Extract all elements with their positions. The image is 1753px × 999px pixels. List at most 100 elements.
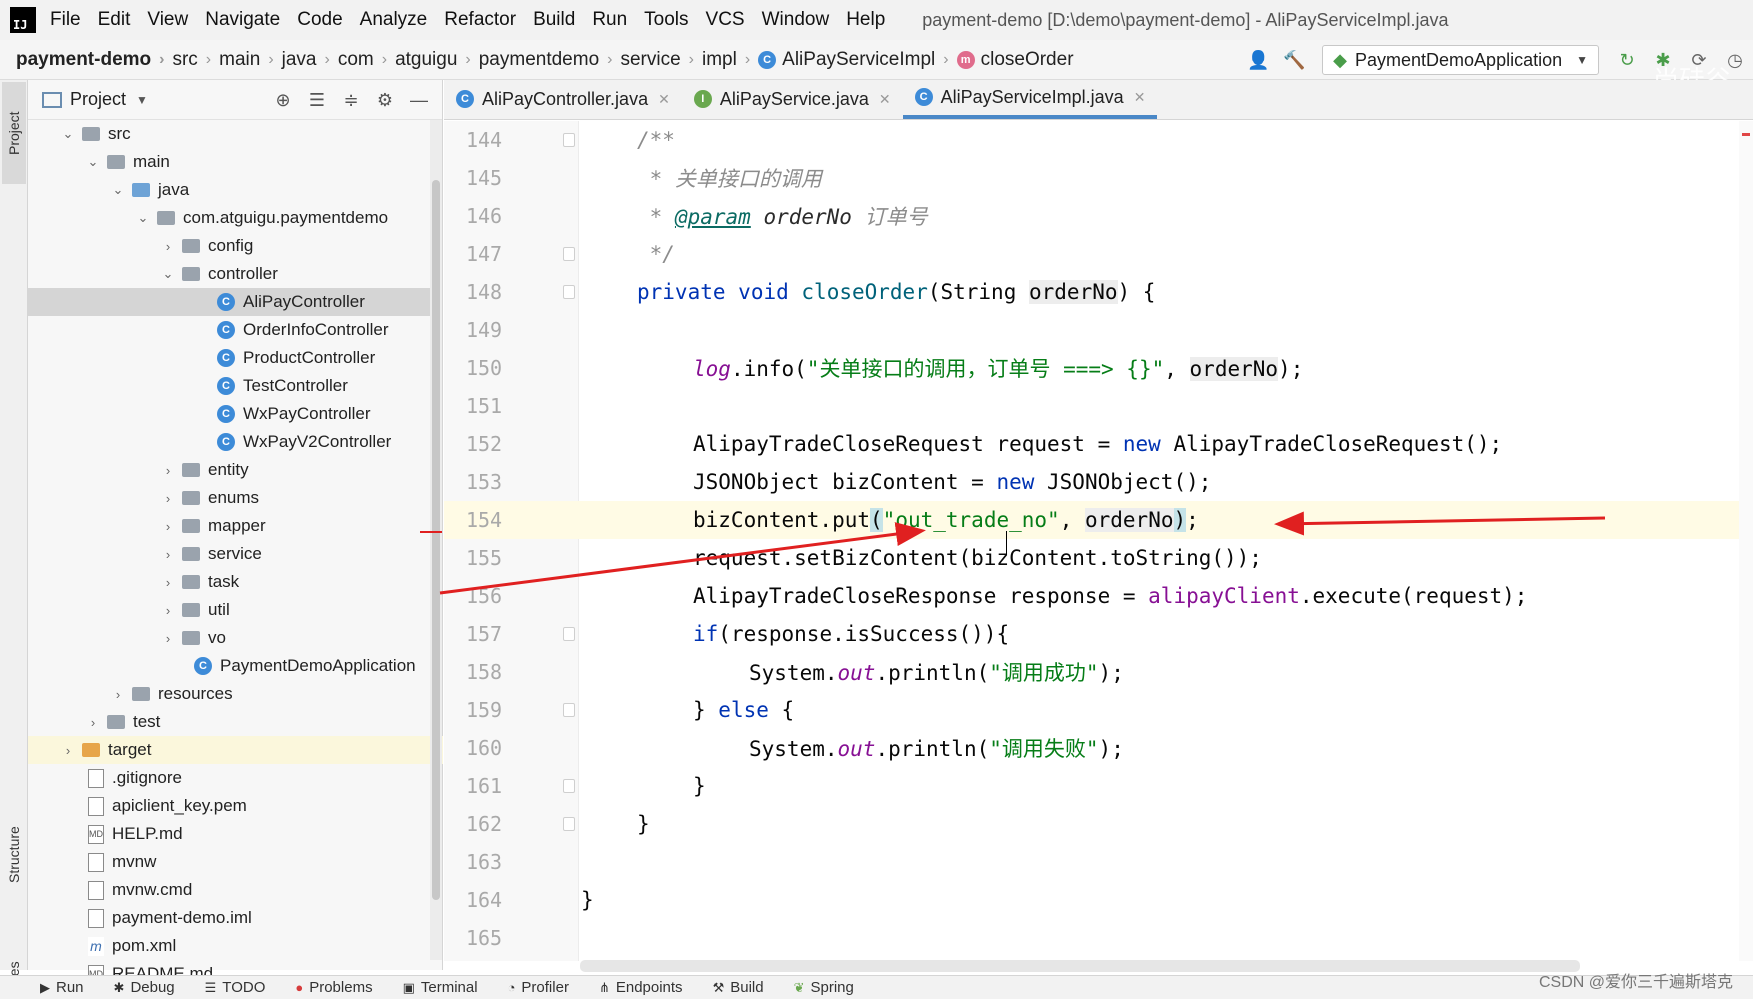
chevron-right-icon[interactable]: › [60,743,76,758]
tree-item-task[interactable]: › task [28,568,443,596]
build-tool-button[interactable]: ⚒ Build [713,979,764,996]
breadcrumb-src[interactable]: src › [172,49,219,71]
breadcrumb-class[interactable]: C AliPayServiceImpl › [758,49,956,71]
chevron-right-icon[interactable]: › [160,547,176,562]
close-icon[interactable]: ✕ [1134,89,1146,106]
chevron-down-icon[interactable]: ⌄ [60,126,76,142]
breadcrumb-atguigu[interactable]: atguigu › [395,49,479,71]
breadcrumb-main[interactable]: main › [219,49,282,71]
breadcrumb-paymentdemo[interactable]: paymentdemo › [479,49,621,71]
chevron-down-icon[interactable]: ⌄ [135,210,151,226]
fold-marker-icon[interactable] [563,247,575,261]
todo-tool-button[interactable]: ☰ TODO [205,979,266,996]
tree-item-vo[interactable]: › vo [28,624,443,652]
tree-item-util[interactable]: › util [28,596,443,624]
structure-tool-tab[interactable]: Structure [2,800,26,910]
tab-alipayserviceimpl[interactable]: C AliPayServiceImpl.java ✕ [902,79,1158,119]
debug-tool-button[interactable]: ✱ Debug [114,979,175,996]
chevron-right-icon[interactable]: › [160,491,176,506]
menu-file[interactable]: File [50,9,81,31]
chevron-down-icon[interactable]: ⌄ [110,182,126,198]
spring-tool-button[interactable]: ❦ Spring [794,979,854,996]
chevron-down-icon[interactable]: ⌄ [160,266,176,282]
menu-code[interactable]: Code [297,9,342,31]
chevron-right-icon[interactable]: › [160,631,176,646]
chevron-right-icon[interactable]: › [85,715,101,730]
tree-item-test[interactable]: › test [28,708,443,736]
breadcrumb-com[interactable]: com › [338,49,395,71]
chevron-right-icon[interactable]: › [160,575,176,590]
breadcrumb-project[interactable]: payment-demo › [16,49,172,71]
tree-item-enums[interactable]: › enums [28,484,443,512]
menu-refactor[interactable]: Refactor [444,9,516,31]
close-icon[interactable]: ✕ [879,91,891,108]
menu-run[interactable]: Run [592,9,627,31]
tree-item-pom[interactable]: m pom.xml [28,932,443,960]
chevron-right-icon[interactable]: › [160,463,176,478]
tree-item-wxpaycontroller[interactable]: C WxPayController [28,400,443,428]
project-scrollbar[interactable] [430,120,442,960]
tree-item-mapper[interactable]: › mapper [28,512,443,540]
tree-item-apiclient-key[interactable]: apiclient_key.pem [28,792,443,820]
menu-vcs[interactable]: VCS [706,9,745,31]
breadcrumb-impl[interactable]: impl › [702,49,758,71]
menu-help[interactable]: Help [846,9,885,31]
tree-item-java[interactable]: ⌄ java [28,176,443,204]
tree-item-resources[interactable]: › resources [28,680,443,708]
chevron-right-icon[interactable]: › [110,687,126,702]
gear-icon[interactable]: ⚙ [370,90,400,111]
build-hammer-icon[interactable]: 🔨 [1280,46,1308,74]
fold-marker-icon[interactable] [563,627,575,641]
project-panel-title[interactable]: Project [70,89,126,110]
tree-item-orderinfocontroller[interactable]: C OrderInfoController [28,316,443,344]
editor-horizontal-scrollbar[interactable] [580,960,1580,972]
profiler-tool-button[interactable]: ◔ Profiler [508,979,569,996]
minimize-icon[interactable]: — [404,90,434,111]
code-editor[interactable]: 144 /** 145 * 关单接口的调用 146 * @param orderN… [444,121,1753,961]
tab-alipaycontroller[interactable]: C AliPayController.java ✕ [444,79,682,119]
chevron-right-icon[interactable]: › [160,239,176,254]
run-tool-button[interactable]: ▶ Run [40,979,84,996]
tree-item-help-md[interactable]: MD HELP.md [28,820,443,848]
fold-marker-icon[interactable] [563,285,575,299]
chevron-down-icon[interactable]: ⌄ [85,154,101,170]
problems-tool-button[interactable]: ● Problems [295,979,372,996]
user-icon[interactable]: 👤 [1244,46,1272,74]
tree-item-paymentdemoapplication[interactable]: C PaymentDemoApplication [28,652,443,680]
error-marker[interactable] [1742,133,1750,136]
menu-tools[interactable]: Tools [644,9,688,31]
fold-marker-icon[interactable] [563,133,575,147]
close-icon[interactable]: ✕ [658,91,670,108]
tree-item-package[interactable]: ⌄ com.atguigu.paymentdemo [28,204,443,232]
menu-view[interactable]: View [147,9,188,31]
chevron-right-icon[interactable]: › [160,603,176,618]
tree-item-mvnw-cmd[interactable]: mvnw.cmd [28,876,443,904]
menu-edit[interactable]: Edit [98,9,131,31]
tree-item-entity[interactable]: › entity [28,456,443,484]
terminal-tool-button[interactable]: ▣ Terminal [403,979,478,996]
menu-build[interactable]: Build [533,9,575,31]
breadcrumb-java[interactable]: java › [282,49,338,71]
tree-item-testcontroller[interactable]: C TestController [28,372,443,400]
collapse-all-icon[interactable]: ≑ [336,90,366,111]
expand-all-icon[interactable]: ☰ [302,90,332,111]
scrollbar-thumb[interactable] [432,180,440,900]
tree-item-main[interactable]: ⌄ main [28,148,443,176]
run-configuration-select[interactable]: ◆ PaymentDemoApplication ▼ [1322,45,1599,75]
chevron-right-icon[interactable]: › [160,519,176,534]
tree-item-wxpayv2controller[interactable]: C WxPayV2Controller [28,428,443,456]
breadcrumb-method[interactable]: m closeOrder [956,49,1074,71]
tree-item-config[interactable]: › config [28,232,443,260]
tree-item-mvnw[interactable]: mvnw [28,848,443,876]
rerun-icon[interactable]: ↻ [1613,46,1641,74]
menu-navigate[interactable]: Navigate [205,9,280,31]
fold-marker-icon[interactable] [563,779,575,793]
breadcrumb-service[interactable]: service › [620,49,702,71]
chevron-down-icon[interactable]: ▼ [136,93,148,107]
locate-icon[interactable]: ⊕ [268,90,298,111]
fold-marker-icon[interactable] [563,817,575,831]
tree-item-alipaycontroller[interactable]: C AliPayController [28,288,443,316]
menu-window[interactable]: Window [762,9,830,31]
editor-error-stripe[interactable] [1739,121,1753,961]
tree-item-gitignore[interactable]: .gitignore [28,764,443,792]
